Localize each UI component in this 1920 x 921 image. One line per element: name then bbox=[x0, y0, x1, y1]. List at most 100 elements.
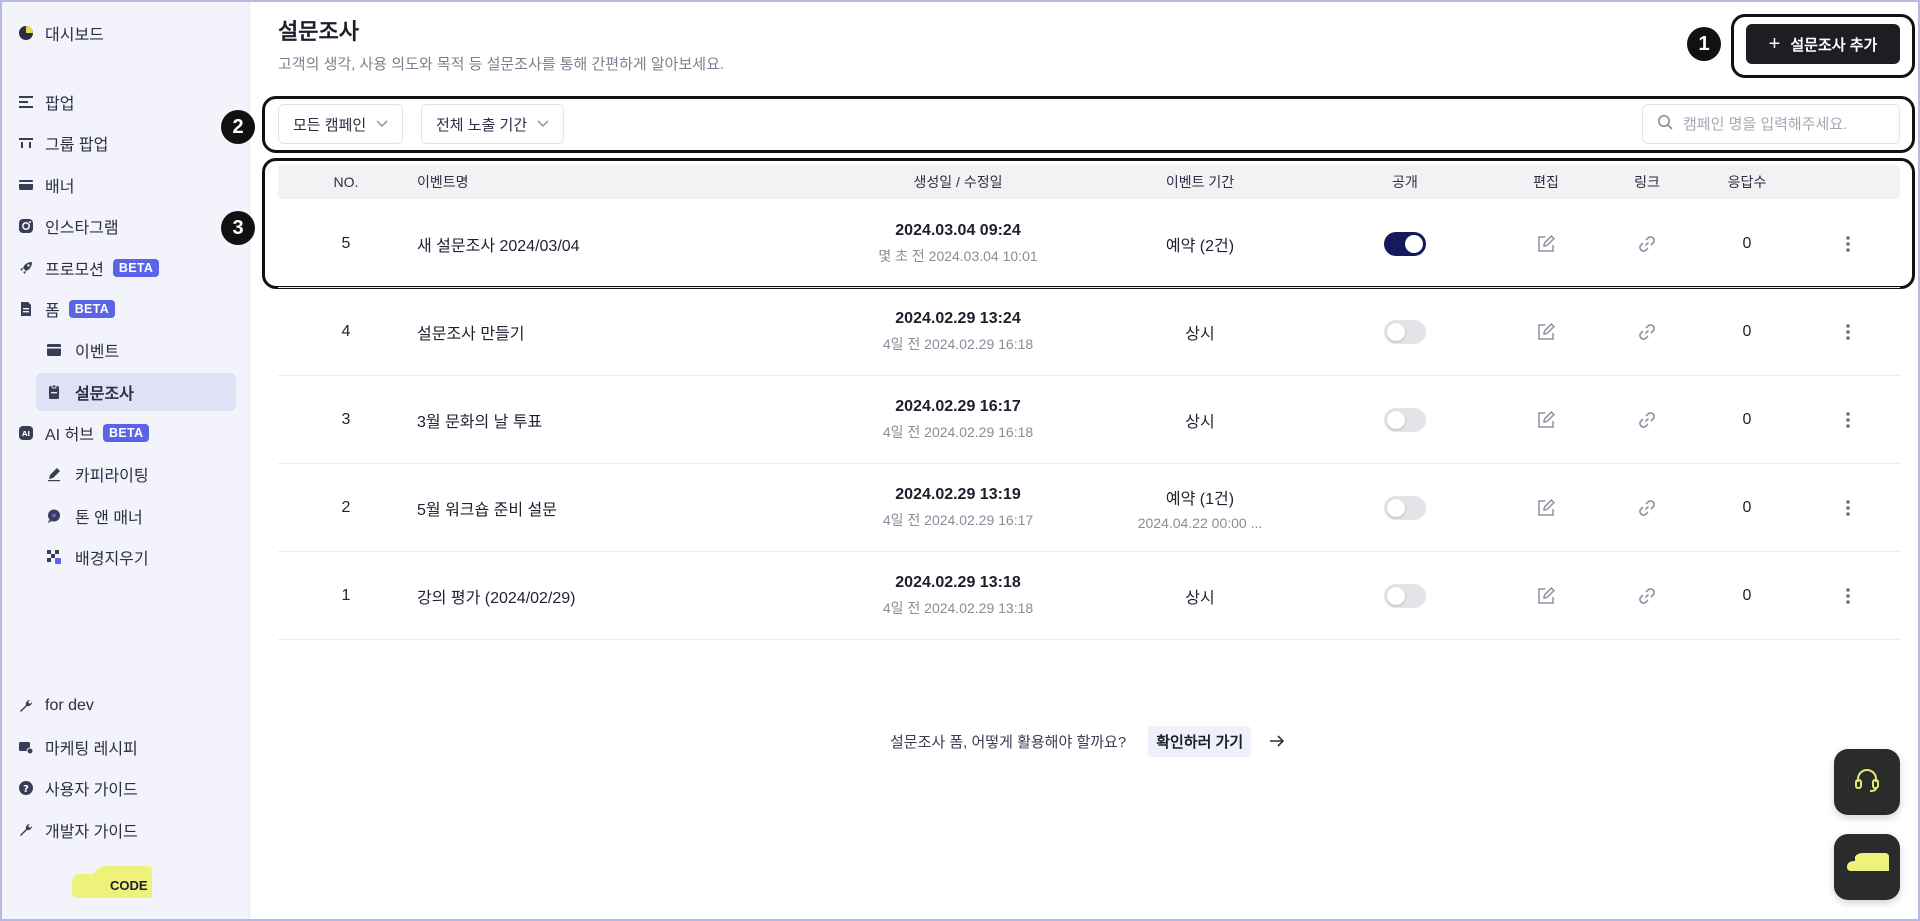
row-more bbox=[1835, 288, 1861, 376]
arrow-right-icon[interactable] bbox=[1269, 734, 1285, 748]
sidebar-item-promotion[interactable]: 프로모션 BETA bbox=[18, 255, 160, 281]
help-icon: ? bbox=[18, 780, 34, 796]
row-name-text: 새 설문조사 2024/03/04 bbox=[417, 238, 580, 255]
brand-logo: CODE bbox=[70, 864, 152, 898]
more-vertical-icon[interactable] bbox=[1835, 231, 1861, 257]
public-toggle[interactable] bbox=[1384, 232, 1426, 256]
sidebar-item-banner[interactable]: 배너 bbox=[18, 172, 74, 198]
chevron-down-icon bbox=[376, 120, 388, 128]
row-period: 상시 bbox=[1185, 288, 1214, 376]
period-filter-dropdown[interactable]: 전체 노출 기간 bbox=[421, 104, 565, 144]
pie-chart-icon bbox=[18, 25, 34, 41]
row-period-text: 예약 (2건) bbox=[1165, 238, 1235, 255]
row-no: 2 bbox=[342, 464, 351, 552]
sidebar-item-ai-hub[interactable]: AI AI 허브 BETA bbox=[18, 420, 150, 446]
annotation-marker-3: 3 bbox=[221, 211, 255, 245]
row-more bbox=[1835, 552, 1861, 640]
sidebar-item-popup[interactable]: 팝업 bbox=[18, 89, 74, 115]
sidebar-item-copywriting[interactable]: 카피라이팅 bbox=[36, 455, 236, 493]
sidebar-item-dev-guide[interactable]: 개발자 가이드 bbox=[18, 817, 138, 843]
row-date: 2024.02.29 13:24 4일 전 2024.02.29 16:18 bbox=[883, 288, 1033, 376]
row-name[interactable]: 강의 평가 (2024/02/29) bbox=[417, 552, 576, 640]
row-public bbox=[1384, 200, 1426, 288]
column-header-link: 링크 bbox=[1634, 174, 1660, 190]
row-name-text: 설문조사 만들기 bbox=[417, 326, 525, 343]
more-vertical-icon[interactable] bbox=[1835, 583, 1861, 609]
sidebar-item-bg-remove[interactable]: 배경지우기 bbox=[36, 538, 236, 576]
guide-link[interactable]: 확인하러 가기 bbox=[1148, 725, 1252, 757]
sidebar-item-marketing-recipe[interactable]: 마케팅 레시피 bbox=[18, 734, 138, 760]
campaign-search-box[interactable] bbox=[1642, 104, 1900, 144]
link-icon[interactable] bbox=[1634, 319, 1660, 345]
link-icon[interactable] bbox=[1634, 231, 1660, 257]
row-modified-date: 4일 전 2024.02.29 16:17 bbox=[882, 512, 1034, 528]
row-modified-date: 4일 전 2024.02.29 16:18 bbox=[882, 336, 1034, 352]
sidebar-item-user-guide[interactable]: ? 사용자 가이드 bbox=[18, 775, 138, 801]
row-name[interactable]: 새 설문조사 2024/03/04 bbox=[417, 200, 580, 288]
sidebar-item-form[interactable]: 폼 BETA bbox=[18, 296, 116, 322]
group-popup-icon bbox=[18, 135, 34, 151]
row-name[interactable]: 3월 문화의 날 투표 bbox=[417, 376, 542, 464]
campaign-search-input[interactable] bbox=[1683, 115, 1883, 133]
row-public bbox=[1384, 376, 1426, 464]
more-vertical-icon[interactable] bbox=[1835, 407, 1861, 433]
add-survey-label: 설문조사 추가 bbox=[1790, 36, 1878, 54]
popup-icon bbox=[18, 94, 34, 110]
edit-icon[interactable] bbox=[1533, 583, 1559, 609]
edit-icon[interactable] bbox=[1533, 319, 1559, 345]
public-toggle[interactable] bbox=[1384, 408, 1426, 432]
beta-badge: BETA bbox=[112, 259, 160, 277]
table-row[interactable]: 4 설문조사 만들기 2024.02.29 13:24 4일 전 2024.02… bbox=[278, 288, 1900, 376]
link-icon[interactable] bbox=[1634, 583, 1660, 609]
rocket-icon bbox=[18, 260, 34, 276]
public-toggle[interactable] bbox=[1384, 320, 1426, 344]
row-name[interactable]: 설문조사 만들기 bbox=[417, 288, 525, 376]
table-row[interactable]: 2 5월 워크숍 준비 설문 2024.02.29 13:19 4일 전 202… bbox=[278, 464, 1900, 552]
sidebar-item-label: 폼 bbox=[45, 303, 60, 320]
row-period-text: 상시 bbox=[1185, 326, 1215, 343]
campaign-filter-label: 모든 캠페인 bbox=[293, 116, 367, 134]
public-toggle[interactable] bbox=[1384, 584, 1426, 608]
sidebar-item-label: 인스타그램 bbox=[45, 220, 119, 237]
edit-icon[interactable] bbox=[1533, 407, 1559, 433]
row-no-text: 1 bbox=[341, 587, 351, 604]
sidebar-item-event[interactable]: 이벤트 bbox=[36, 331, 236, 369]
annotation-marker-1: 1 bbox=[1687, 27, 1721, 61]
page-description: 고객의 생각, 사용 의도와 목적 등 설문조사를 통해 간편하게 알아보세요. bbox=[278, 56, 725, 73]
row-modified-date: 4일 전 2024.02.29 13:18 bbox=[882, 600, 1034, 616]
page-title: 설문조사 bbox=[278, 19, 359, 44]
sidebar-item-for-dev[interactable]: for dev bbox=[18, 693, 94, 719]
row-edit bbox=[1533, 464, 1559, 552]
row-no-text: 3 bbox=[341, 411, 351, 428]
row-link bbox=[1634, 464, 1660, 552]
column-header-period: 이벤트 기간 bbox=[1165, 174, 1235, 190]
public-toggle[interactable] bbox=[1384, 496, 1426, 520]
sidebar-item-group-popup[interactable]: 그룹 팝업 bbox=[18, 130, 108, 156]
sidebar-item-survey[interactable]: 설문조사 bbox=[36, 373, 236, 411]
chatbot-button[interactable] bbox=[1834, 834, 1900, 900]
support-chat-button[interactable] bbox=[1834, 749, 1900, 815]
more-vertical-icon[interactable] bbox=[1835, 319, 1861, 345]
edit-icon[interactable] bbox=[1533, 495, 1559, 521]
period-filter-label: 전체 노출 기간 bbox=[436, 116, 528, 134]
sidebar-item-tone-manner[interactable]: 톤 앤 매너 bbox=[36, 497, 236, 535]
campaign-filter-dropdown[interactable]: 모든 캠페인 bbox=[278, 104, 404, 144]
link-icon[interactable] bbox=[1634, 495, 1660, 521]
row-created-date: 2024.02.29 13:18 bbox=[895, 574, 1021, 591]
table-row[interactable]: 3 3월 문화의 날 투표 2024.02.29 16:17 4일 전 2024… bbox=[278, 376, 1900, 464]
row-created-date: 2024.02.29 16:17 bbox=[895, 398, 1021, 415]
more-vertical-icon[interactable] bbox=[1835, 495, 1861, 521]
row-no: 5 bbox=[342, 200, 351, 288]
sidebar-item-instagram[interactable]: 인스타그램 bbox=[18, 213, 119, 239]
sidebar-item-label: 설문조사 bbox=[75, 386, 134, 403]
sidebar-item-dashboard[interactable]: 대시보드 bbox=[18, 20, 104, 46]
edit-icon[interactable] bbox=[1533, 231, 1559, 257]
add-survey-button[interactable]: + 설문조사 추가 bbox=[1746, 24, 1900, 64]
row-public bbox=[1384, 552, 1426, 640]
row-name[interactable]: 5월 워크숍 준비 설문 bbox=[417, 464, 557, 552]
table-row[interactable]: 1 강의 평가 (2024/02/29) 2024.02.29 13:18 4일… bbox=[278, 552, 1900, 640]
link-icon[interactable] bbox=[1634, 407, 1660, 433]
sidebar-item-label: 개발자 가이드 bbox=[45, 824, 138, 841]
row-name-text: 5월 워크숍 준비 설문 bbox=[417, 502, 557, 519]
table-row[interactable]: 5 새 설문조사 2024/03/04 2024.03.04 09:24 몇 초… bbox=[278, 200, 1900, 288]
